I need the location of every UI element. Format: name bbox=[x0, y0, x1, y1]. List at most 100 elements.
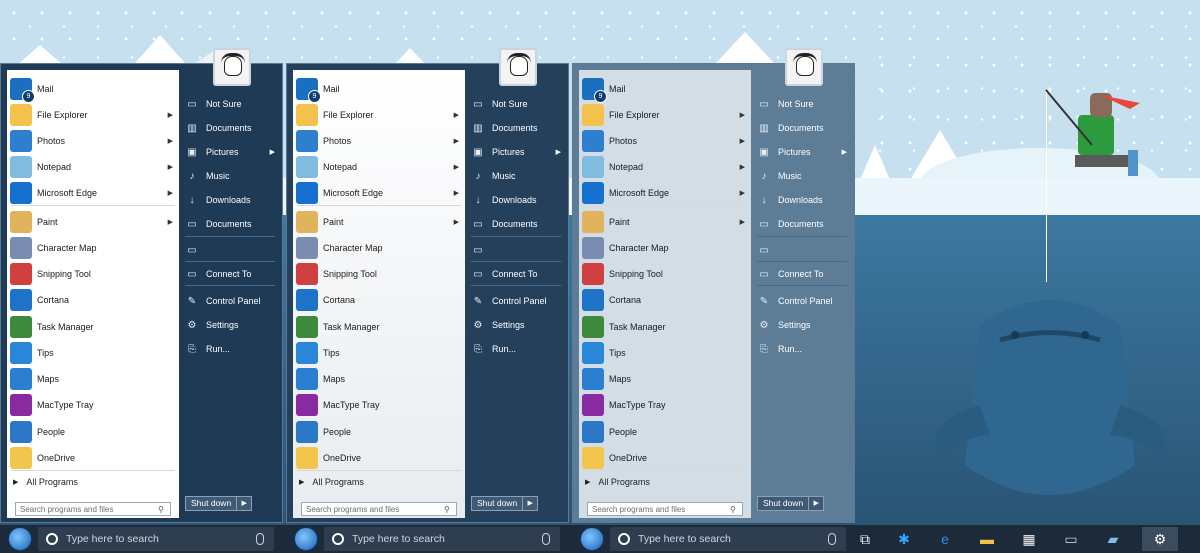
places-item[interactable]: ▭ bbox=[471, 240, 565, 260]
taskbar-app-button[interactable]: e bbox=[932, 527, 958, 551]
places-item[interactable]: ♪ Music bbox=[185, 166, 279, 186]
program-item[interactable]: Paint ▶ bbox=[293, 209, 465, 235]
program-item[interactable]: Character Map bbox=[579, 235, 751, 261]
places-item[interactable]: ✎ Control Panel bbox=[471, 291, 565, 311]
program-item[interactable]: Notepad ▶ bbox=[579, 154, 751, 180]
program-item[interactable]: Paint ▶ bbox=[579, 209, 751, 235]
submenu-arrow-icon[interactable]: ▶ bbox=[168, 218, 173, 226]
program-item[interactable]: OneDrive bbox=[579, 445, 751, 471]
submenu-arrow-icon[interactable]: ▶ bbox=[556, 148, 561, 156]
program-item[interactable]: Snipping Tool bbox=[579, 261, 751, 287]
places-item[interactable]: ↓ Downloads bbox=[185, 190, 279, 210]
all-programs-button[interactable]: ▶ All Programs bbox=[293, 473, 465, 491]
submenu-arrow-icon[interactable]: ▶ bbox=[842, 148, 847, 156]
program-item[interactable]: Snipping Tool bbox=[293, 261, 465, 287]
places-item[interactable]: ⚙ Settings bbox=[185, 315, 279, 335]
shutdown-options-arrow-icon[interactable]: ▶ bbox=[809, 496, 825, 511]
microphone-icon[interactable] bbox=[828, 533, 836, 545]
places-item[interactable]: ↓ Downloads bbox=[757, 190, 851, 210]
program-item[interactable]: Character Map bbox=[293, 235, 465, 261]
shutdown-button[interactable]: Shut down bbox=[757, 496, 810, 511]
places-item[interactable]: ⚙ Settings bbox=[757, 315, 851, 335]
program-item[interactable]: Task Manager bbox=[293, 314, 465, 340]
program-item[interactable]: Photos ▶ bbox=[7, 128, 179, 154]
microphone-icon[interactable] bbox=[542, 533, 550, 545]
program-item[interactable]: MacType Tray bbox=[7, 392, 179, 418]
places-item[interactable]: ⎘ Run... bbox=[471, 339, 565, 359]
taskbar-app-button[interactable]: ⚙ bbox=[1142, 527, 1178, 551]
search-icon[interactable]: ⚲ bbox=[158, 505, 168, 514]
program-item[interactable]: Photos ▶ bbox=[293, 128, 465, 154]
places-item[interactable]: ▭ Not Sure bbox=[185, 94, 279, 114]
places-item[interactable]: ▭ bbox=[185, 240, 279, 260]
submenu-arrow-icon[interactable]: ▶ bbox=[740, 111, 745, 119]
program-item[interactable]: Cortana bbox=[579, 287, 751, 313]
program-item[interactable]: OneDrive bbox=[7, 445, 179, 471]
program-item[interactable]: MacType Tray bbox=[579, 392, 751, 418]
program-item[interactable]: Snipping Tool bbox=[7, 261, 179, 287]
program-item[interactable]: Character Map bbox=[7, 235, 179, 261]
program-item[interactable]: Task Manager bbox=[579, 314, 751, 340]
submenu-arrow-icon[interactable]: ▶ bbox=[740, 137, 745, 145]
places-item[interactable]: ♪ Music bbox=[757, 166, 851, 186]
all-programs-button[interactable]: ▶ All Programs bbox=[7, 473, 179, 491]
submenu-arrow-icon[interactable]: ▶ bbox=[270, 148, 275, 156]
places-item[interactable]: ▭ Connect To bbox=[185, 264, 279, 284]
program-item[interactable]: Cortana bbox=[7, 287, 179, 313]
program-item[interactable]: Microsoft Edge ▶ bbox=[7, 180, 179, 206]
places-item[interactable]: ✎ Control Panel bbox=[185, 291, 279, 311]
taskbar-app-button[interactable]: ⧉ bbox=[852, 527, 878, 551]
places-item[interactable]: ▣ Pictures ▶ bbox=[471, 142, 565, 162]
program-item[interactable]: OneDrive bbox=[293, 445, 465, 471]
places-item[interactable]: ↓ Downloads bbox=[471, 190, 565, 210]
places-item[interactable]: ▭ Connect To bbox=[757, 264, 851, 284]
program-item[interactable]: 9 Mail bbox=[7, 76, 179, 103]
program-item[interactable]: File Explorer ▶ bbox=[7, 102, 179, 128]
places-item[interactable]: ▭ Documents bbox=[757, 214, 851, 234]
places-item[interactable]: ▣ Pictures ▶ bbox=[185, 142, 279, 162]
places-item[interactable]: ▭ Documents bbox=[471, 214, 565, 234]
program-item[interactable]: Task Manager bbox=[7, 314, 179, 340]
submenu-arrow-icon[interactable]: ▶ bbox=[454, 189, 459, 197]
taskbar-search-box[interactable]: Type here to search bbox=[38, 527, 274, 551]
shutdown-options-arrow-icon[interactable]: ▶ bbox=[237, 496, 253, 511]
search-programs-input[interactable]: Search programs and files ⚲ bbox=[301, 502, 457, 516]
program-item[interactable]: People bbox=[579, 419, 751, 445]
places-item[interactable]: ⎘ Run... bbox=[185, 339, 279, 359]
places-item[interactable]: ⚙ Settings bbox=[471, 315, 565, 335]
program-item[interactable]: Tips bbox=[579, 340, 751, 366]
places-item[interactable]: ▭ Not Sure bbox=[757, 94, 851, 114]
shutdown-button[interactable]: Shut down bbox=[471, 496, 524, 511]
taskbar-app-button[interactable]: ▬ bbox=[974, 527, 1000, 551]
places-item[interactable]: ✎ Control Panel bbox=[757, 291, 851, 311]
program-item[interactable]: People bbox=[293, 419, 465, 445]
program-item[interactable]: People bbox=[7, 419, 179, 445]
submenu-arrow-icon[interactable]: ▶ bbox=[454, 163, 459, 171]
program-item[interactable]: Cortana bbox=[293, 287, 465, 313]
submenu-arrow-icon[interactable]: ▶ bbox=[168, 189, 173, 197]
program-item[interactable]: Paint ▶ bbox=[7, 209, 179, 235]
search-programs-input[interactable]: Search programs and files ⚲ bbox=[15, 502, 171, 516]
all-programs-button[interactable]: ▶ All Programs bbox=[579, 473, 751, 491]
submenu-arrow-icon[interactable]: ▶ bbox=[168, 163, 173, 171]
submenu-arrow-icon[interactable]: ▶ bbox=[454, 111, 459, 119]
program-item[interactable]: Maps bbox=[7, 366, 179, 392]
taskbar-search-box[interactable]: Type here to search bbox=[324, 527, 560, 551]
program-item[interactable]: Maps bbox=[293, 366, 465, 392]
microphone-icon[interactable] bbox=[256, 533, 264, 545]
submenu-arrow-icon[interactable]: ▶ bbox=[740, 189, 745, 197]
places-item[interactable]: ▥ Documents bbox=[757, 118, 851, 138]
program-item[interactable]: Notepad ▶ bbox=[7, 154, 179, 180]
places-item[interactable]: ▣ Pictures ▶ bbox=[757, 142, 851, 162]
places-item[interactable]: ⎘ Run... bbox=[757, 339, 851, 359]
places-item[interactable]: ♪ Music bbox=[471, 166, 565, 186]
submenu-arrow-icon[interactable]: ▶ bbox=[454, 218, 459, 226]
taskbar-search-box[interactable]: Type here to search bbox=[610, 527, 846, 551]
taskbar-app-button[interactable]: ▰ bbox=[1100, 527, 1126, 551]
places-item[interactable]: ▭ Documents bbox=[185, 214, 279, 234]
program-item[interactable]: MacType Tray bbox=[293, 392, 465, 418]
places-item[interactable]: ▥ Documents bbox=[471, 118, 565, 138]
program-item[interactable]: 9 Mail bbox=[579, 76, 751, 103]
places-item[interactable]: ▭ Not Sure bbox=[471, 94, 565, 114]
submenu-arrow-icon[interactable]: ▶ bbox=[454, 137, 459, 145]
